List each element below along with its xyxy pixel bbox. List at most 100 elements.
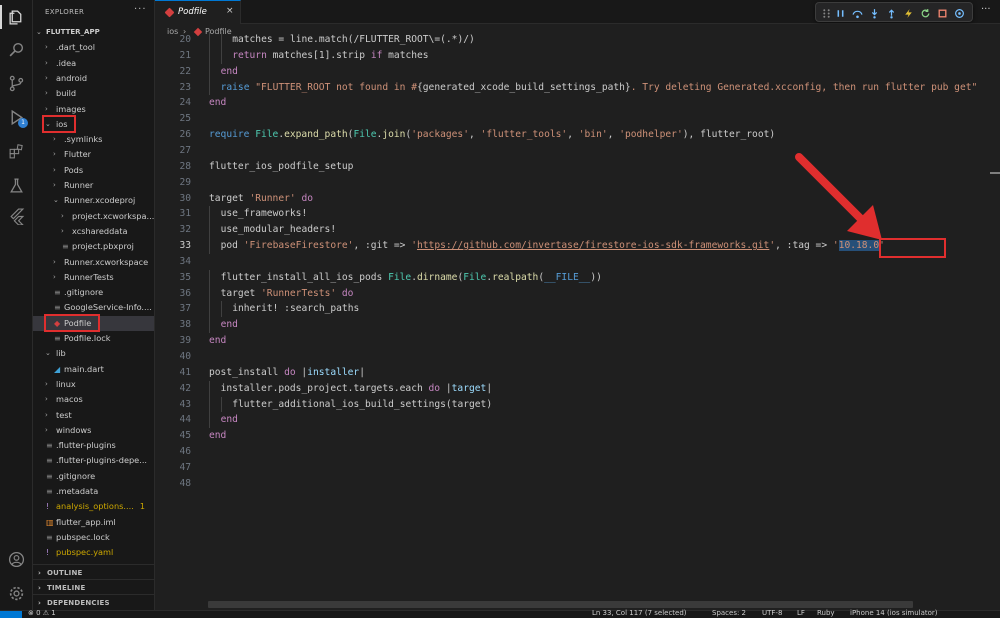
more-actions-icon[interactable]: ···	[134, 4, 147, 15]
code-content: flutter_ios_podfile_setup	[209, 159, 353, 175]
code-line[interactable]: 36 target 'RunnerTests' do	[155, 286, 1000, 302]
code-line[interactable]: 48	[155, 476, 1000, 492]
code-line[interactable]: 24 end	[155, 95, 1000, 111]
outline-section[interactable]: › OUTLINE	[33, 564, 154, 580]
step-out-icon[interactable]	[884, 6, 898, 20]
tree-folder[interactable]: › windows	[33, 423, 154, 438]
tree-folder[interactable]: › xcshareddata	[33, 224, 154, 239]
more-actions-icon[interactable]: ···	[981, 4, 991, 15]
tree-folder[interactable]: › Runner.xcworkspace	[33, 255, 154, 270]
code-line[interactable]: 47	[155, 460, 1000, 476]
code-content: end	[209, 333, 226, 349]
device-selector[interactable]: iPhone 14 (ios simulator)	[850, 609, 938, 617]
timeline-section[interactable]: › TIMELINE	[33, 579, 154, 595]
run-debug-icon[interactable]: 1	[0, 106, 33, 128]
tree-item-label: macos	[56, 394, 83, 405]
step-over-icon[interactable]	[850, 6, 864, 20]
step-into-icon[interactable]	[867, 6, 881, 20]
tree-file[interactable]: ≡ .metadata	[33, 484, 154, 499]
code-line[interactable]: 21 return matches[1].strip if matches	[155, 48, 1000, 64]
code-line[interactable]: 45 end	[155, 428, 1000, 444]
tree-file[interactable]: ! pubspec.yaml	[33, 545, 154, 560]
code-line[interactable]: 43 flutter_additional_ios_build_settings(…	[155, 397, 1000, 413]
search-icon[interactable]	[0, 38, 33, 60]
tab-podfile[interactable]: Podfile ×	[155, 0, 241, 24]
tree-file[interactable]: ◢ main.dart	[33, 362, 154, 377]
tree-item-label: .flutter-plugins	[56, 440, 116, 451]
tree-folder[interactable]: › android	[33, 71, 154, 86]
horizontal-scrollbar[interactable]	[208, 601, 913, 608]
code-line[interactable]: 34	[155, 254, 1000, 270]
testing-flask-icon[interactable]	[0, 174, 33, 196]
tree-folder[interactable]: › build	[33, 86, 154, 101]
problems-count[interactable]: ⊗ 0 ⚠ 1	[28, 609, 56, 617]
line-number: 41	[179, 366, 191, 378]
hot-reload-icon[interactable]	[901, 6, 915, 20]
code-line[interactable]: 37 inherit! :search_paths	[155, 301, 1000, 317]
flutter-icon[interactable]	[0, 205, 33, 227]
tree-file[interactable]: ≡ project.pbxproj	[33, 239, 154, 254]
tree-item-label: .gitignore	[64, 287, 104, 298]
drag-handle-icon[interactable]	[819, 6, 833, 20]
tree-folder[interactable]: › RunnerTests	[33, 270, 154, 285]
tree-folder[interactable]: › test	[33, 408, 154, 423]
dependencies-section[interactable]: › DEPENDENCIES	[33, 594, 154, 610]
code-line[interactable]: 38 end	[155, 317, 1000, 333]
tree-folder[interactable]: ⌄ lib	[33, 346, 154, 361]
tree-file[interactable]: ≡ pubspec.lock	[33, 530, 154, 545]
cursor-position[interactable]: Ln 33, Col 117 (7 selected)	[592, 609, 687, 617]
tree-file[interactable]: ≡ .flutter-plugins-depe...	[33, 453, 154, 468]
tree-folder[interactable]: › .symlinks	[33, 132, 154, 147]
tree-folder[interactable]: › Runner	[33, 178, 154, 193]
close-icon[interactable]: ×	[226, 6, 234, 16]
account-icon[interactable]	[0, 548, 33, 570]
code-line[interactable]: 25	[155, 111, 1000, 127]
tree-folder[interactable]: › .dart_tool	[33, 40, 154, 55]
code-line[interactable]: 23 raise "FLUTTER_ROOT not found in #{gen…	[155, 80, 1000, 96]
code-line[interactable]: 40	[155, 349, 1000, 365]
remote-indicator[interactable]	[0, 611, 22, 618]
tree-folder[interactable]: › .idea	[33, 56, 154, 71]
extensions-icon[interactable]	[0, 140, 33, 162]
tree-file[interactable]: ≡ Podfile.lock	[33, 331, 154, 346]
code-editor[interactable]: 20 matches = line.match(/FLUTTER_ROOT\=(.…	[155, 32, 1000, 602]
tree-folder[interactable]: › Pods	[33, 163, 154, 178]
code-line[interactable]: 22 end	[155, 64, 1000, 80]
tree-folder[interactable]: › macos	[33, 392, 154, 407]
tree-file[interactable]: ≡ .flutter-plugins	[33, 438, 154, 453]
source-control-icon[interactable]	[0, 72, 33, 94]
stop-icon[interactable]	[935, 6, 949, 20]
tree-file[interactable]: ▥ flutter_app.iml	[33, 515, 154, 530]
code-line[interactable]: 41 post_install do |installer|	[155, 365, 1000, 381]
restart-icon[interactable]	[918, 6, 932, 20]
tree-file[interactable]: ≡ .gitignore	[33, 285, 154, 300]
code-line[interactable]: 35 flutter_install_all_ios_pods File.dirn…	[155, 270, 1000, 286]
code-token: 'podhelper'	[619, 129, 683, 141]
language-mode[interactable]: Ruby	[817, 609, 835, 617]
inspect-widget-icon[interactable]	[952, 6, 966, 20]
indentation[interactable]: Spaces: 2	[712, 609, 746, 617]
code-line[interactable]: 42 installer.pods_project.targets.each do…	[155, 381, 1000, 397]
pause-icon[interactable]	[833, 6, 847, 20]
tree-folder[interactable]: › Flutter	[33, 147, 154, 162]
code-line[interactable]: 26 require File.expand_path(File.join('pa…	[155, 127, 1000, 143]
code-line[interactable]: 44 end	[155, 412, 1000, 428]
tree-file[interactable]: ! analysis_options.... 1	[33, 499, 154, 514]
code-token: File	[388, 271, 412, 283]
code-line[interactable]: 46	[155, 444, 1000, 460]
code-content: target 'RunnerTests' do	[221, 286, 354, 302]
settings-gear-icon[interactable]	[0, 582, 33, 604]
tree-item-label: Runner.xcworkspace	[64, 256, 149, 267]
explorer-icon[interactable]	[0, 6, 33, 28]
code-token: ), flutter_root)	[682, 129, 776, 141]
workspace-root[interactable]: ⌄ FLUTTER_APP	[33, 25, 154, 40]
code-token: end	[220, 414, 238, 426]
tree-folder[interactable]: ⌄ Runner.xcodeproj	[33, 193, 154, 208]
tree-folder[interactable]: › linux	[33, 377, 154, 392]
end-of-line[interactable]: LF	[797, 609, 805, 617]
code-line[interactable]: 20 matches = line.match(/FLUTTER_ROOT\=(.…	[155, 32, 1000, 48]
encoding[interactable]: UTF-8	[762, 609, 782, 617]
tree-folder[interactable]: › project.xcworkspa...	[33, 209, 154, 224]
code-line[interactable]: 39 end	[155, 333, 1000, 349]
tree-file[interactable]: ≡ .gitignore	[33, 469, 154, 484]
